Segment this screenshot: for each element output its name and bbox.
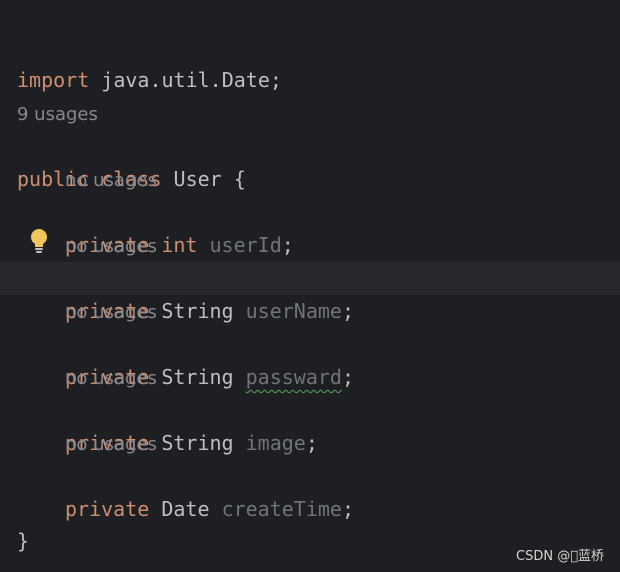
code-line-import[interactable]: import java.util.Date; [0, 31, 620, 92]
field-userid: userId [209, 233, 282, 257]
field-usages-hint[interactable]: no usages [65, 170, 157, 191]
code-line-field-password[interactable]: private String passward; [0, 328, 620, 389]
field-usages-hint[interactable]: no usages [65, 302, 157, 323]
semicolon: ; [305, 431, 318, 455]
type-string: String [161, 365, 234, 389]
keyword-int: int [161, 233, 198, 257]
code-line-class-declaration[interactable]: public class User { [0, 130, 620, 191]
keyword-import: import [17, 68, 90, 92]
semicolon: ; [341, 365, 355, 389]
semicolon: ; [281, 233, 294, 257]
lightbulb-icon[interactable] [30, 229, 48, 255]
field-usages-hint[interactable]: no usages [65, 434, 157, 455]
close-brace: } [17, 529, 30, 553]
type-string: String [161, 431, 234, 455]
type-string: String [161, 299, 234, 323]
code-line-field-userid[interactable]: private int userId; [0, 196, 620, 257]
code-editor[interactable]: import java.util.Date; 9 usages public c… [0, 0, 620, 572]
field-usages-hint[interactable]: no usages [65, 236, 157, 257]
import-path: java.util.Date; [89, 68, 282, 92]
field-username: userName [245, 299, 342, 323]
code-line-close-brace[interactable]: } [0, 492, 620, 553]
watermark: CSDN @ 蓝桥 [516, 549, 604, 564]
field-usages-hint[interactable]: no usages [65, 368, 157, 389]
class-name: User { [161, 167, 246, 191]
class-usages-hint[interactable]: 9 usages [17, 104, 98, 125]
field-image: image [245, 431, 306, 455]
code-line-field-createtime[interactable]: private Date createTime; [0, 460, 620, 521]
semicolon: ; [341, 299, 355, 323]
code-line-field-username[interactable]: private String userName; [0, 262, 620, 323]
code-line-field-image[interactable]: private String image; [0, 394, 620, 455]
field-password-typo[interactable]: passward [246, 365, 342, 389]
